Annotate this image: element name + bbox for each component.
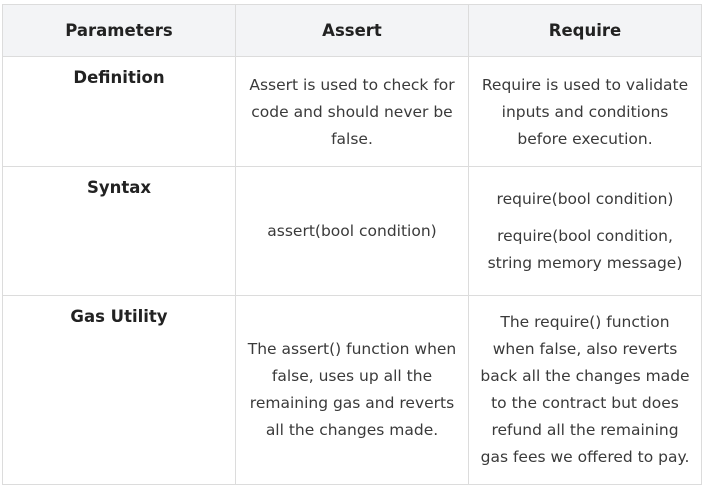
- header-row: Parameters Assert Require: [2, 4, 702, 57]
- table-row-gas-utility: Gas Utility The assert() function when f…: [2, 295, 702, 485]
- parameter-cell: Definition: [2, 56, 236, 167]
- header-require: Require: [468, 4, 702, 57]
- header-assert: Assert: [235, 4, 469, 57]
- header-parameters: Parameters: [2, 4, 236, 57]
- parameter-cell: Gas Utility: [2, 295, 236, 485]
- require-cell: Require is used to validate inputs and c…: [468, 56, 702, 167]
- require-cell: The require() function when false, also …: [468, 295, 702, 485]
- table-row-syntax: Syntax assert(bool condition) require(bo…: [2, 166, 702, 296]
- require-cell: require(bool condition) require(bool con…: [468, 166, 702, 296]
- assert-cell: The assert() function when false, uses u…: [235, 295, 469, 485]
- parameter-label: Definition: [73, 68, 165, 87]
- require-syntax-basic: require(bool condition): [496, 189, 674, 208]
- comparison-table: Parameters Assert Require Definition Ass…: [2, 4, 702, 485]
- assert-cell: Assert is used to check for code and sho…: [235, 56, 469, 167]
- require-syntax-message: require(bool condition, string memory me…: [487, 226, 683, 272]
- table-row-definition: Definition Assert is used to check for c…: [2, 56, 702, 167]
- parameter-label: Gas Utility: [70, 307, 168, 326]
- parameter-cell: Syntax: [2, 166, 236, 296]
- parameter-label: Syntax: [86, 178, 152, 197]
- assert-cell: assert(bool condition): [235, 166, 469, 296]
